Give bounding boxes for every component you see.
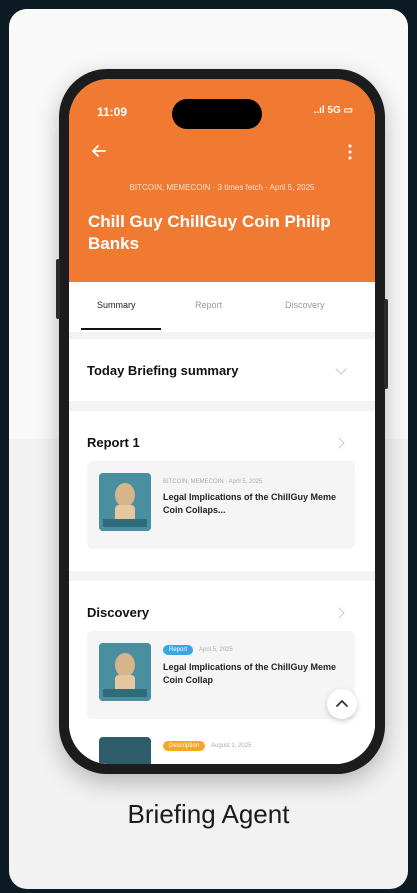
discovery-item-2-date: August 1, 2025 — [211, 743, 252, 749]
report-item-meta: BITCOIN, MEMECOIN · April 5, 2025 — [163, 479, 263, 485]
chevron-right-icon[interactable] — [333, 437, 345, 449]
discovery-item-title: Legal Implications of the ChillGuy Meme … — [163, 662, 337, 685]
report-section: Report 1 BITCOIN, MEMECOIN · April 5, 20… — [69, 411, 375, 571]
tab-bar: Summary Report Discovery — [69, 282, 375, 332]
tab-summary[interactable]: Summary — [97, 300, 136, 310]
status-icons: ..ıl 5G ▭ — [313, 105, 353, 116]
discovery-title: Discovery — [87, 605, 150, 620]
discovery-thumbnail-2 — [99, 737, 151, 764]
scroll-top-button[interactable] — [327, 689, 357, 719]
briefing-section[interactable]: Today Briefing summary — [69, 339, 375, 401]
report-item[interactable]: BITCOIN, MEMECOIN · April 5, 2025 Legal … — [87, 461, 355, 549]
description-badge: Description — [163, 741, 206, 751]
report-thumbnail — [99, 473, 151, 531]
briefing-title: Today Briefing summary — [87, 363, 239, 378]
header-banner: 11:09 ..ıl 5G ▭ BITCOIN, MEMECOIN · 3 ti… — [69, 79, 375, 282]
more-icon[interactable] — [347, 143, 353, 161]
phone-screen: 11:09 ..ıl 5G ▭ BITCOIN, MEMECOIN · 3 ti… — [69, 79, 375, 764]
discovery-item-2[interactable]: Description August 1, 2025 — [87, 729, 355, 764]
back-arrow-icon[interactable] — [89, 141, 109, 161]
chevron-right-icon[interactable] — [333, 607, 345, 619]
report-title: Report 1 — [87, 435, 140, 450]
discovery-item-date: April 5, 2025 — [199, 647, 233, 653]
discovery-item[interactable]: Report April 5, 2025 Legal Implications o… — [87, 631, 355, 719]
chevron-up-icon — [336, 700, 348, 707]
tab-underline — [81, 328, 161, 330]
discovery-thumbnail — [99, 643, 151, 701]
tab-discovery[interactable]: Discovery — [285, 300, 325, 310]
chevron-down-icon[interactable] — [335, 363, 347, 375]
phone-mockup: 11:09 ..ıl 5G ▭ BITCOIN, MEMECOIN · 3 ti… — [56, 69, 388, 774]
discovery-section: Discovery Report April 5, 2025 Legal Imp… — [69, 581, 375, 764]
dynamic-island — [172, 99, 262, 129]
caption: Briefing Agent — [127, 799, 290, 829]
header-meta: BITCOIN, MEMECOIN · 3 times fetch · Apri… — [129, 183, 315, 192]
status-time: 11:09 — [97, 105, 128, 119]
discovery-item-meta: Report April 5, 2025 — [163, 645, 233, 655]
promo-card: 11:09 ..ıl 5G ▭ BITCOIN, MEMECOIN · 3 ti… — [9, 9, 408, 889]
report-badge: Report — [163, 645, 194, 655]
report-item-title: Legal Implications of the ChillGuy Meme … — [163, 492, 337, 515]
discovery-item-2-meta: Description August 1, 2025 — [163, 741, 251, 751]
tab-report[interactable]: Report — [195, 300, 222, 310]
page-title: Chill Guy ChillGuy Coin Philip Banks — [88, 212, 331, 253]
